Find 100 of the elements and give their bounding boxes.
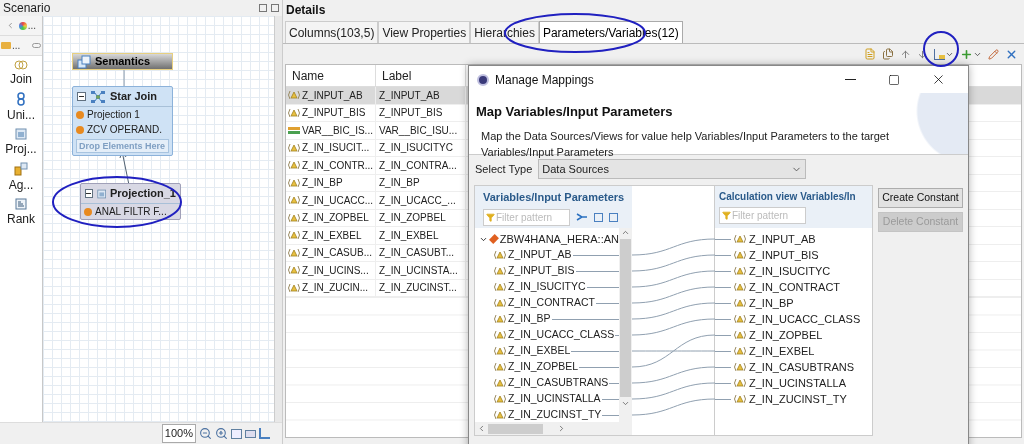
parameter-icon: [287, 90, 301, 101]
add-icon[interactable]: [960, 47, 982, 61]
parameter-icon: [287, 212, 301, 223]
parameter-icon: [287, 265, 301, 276]
tree-item[interactable]: Z_IN_ZUCINST_TY: [508, 407, 602, 422]
star-join-node[interactable]: Star Join Projection 1 ZCV OPERAND. Drop Elements Here: [72, 86, 173, 156]
union-icon: [17, 92, 25, 106]
parameter-icon: [493, 314, 507, 324]
scroll-right-icon[interactable]: [557, 424, 566, 433]
table-cell-text: Z_IN_UCACC...: [302, 193, 374, 208]
table-cell: Z_IN_CONTRA...: [376, 157, 466, 174]
table-cell-text: Z_IN_UCINS...: [302, 263, 369, 278]
table-cell: Z_INPUT_BIS: [376, 104, 466, 121]
link-icon[interactable]: [576, 212, 588, 222]
semantics-node[interactable]: Semantics: [72, 53, 173, 70]
parameter-icon: [733, 266, 747, 276]
panel-heading: Calculation view Variables/In: [719, 190, 857, 204]
parameter-icon: [493, 378, 507, 388]
palette-item[interactable]: Join: [10, 60, 32, 88]
select-type-dropdown[interactable]: Data Sources: [538, 159, 807, 179]
list-item[interactable]: Z_IN_CONTRACT: [749, 278, 841, 296]
document-icon[interactable]: [864, 48, 876, 60]
panel-heading: Variables/Input Parameters: [483, 190, 624, 205]
back-icon[interactable]: [6, 21, 15, 30]
app-icon: [477, 73, 489, 86]
list-item[interactable]: Z_IN_BP: [749, 294, 794, 312]
collapse-icon[interactable]: [85, 189, 93, 198]
list-item[interactable]: Z_INPUT_AB: [749, 230, 816, 248]
fit-icon[interactable]: [231, 428, 242, 439]
list-item[interactable]: Z_IN_ZOPBEL: [749, 326, 823, 344]
collapse-icon[interactable]: [77, 92, 86, 101]
copy-icon[interactable]: [882, 48, 894, 60]
parameter-icon: [493, 298, 507, 308]
parameter-icon: [287, 247, 301, 258]
tree-item[interactable]: Z_IN_UCACC_CLASS: [508, 327, 615, 343]
palette-item[interactable]: Rank: [7, 198, 35, 228]
parameter-icon: [733, 282, 747, 292]
table-cell: Z_INPUT_AB: [376, 87, 466, 104]
tree-item[interactable]: ZBW4HANA_HERA::AN: [499, 230, 619, 248]
zoom-out-icon[interactable]: [199, 427, 212, 440]
node-input-label: ANAL FILTR F...: [95, 205, 167, 219]
expand-all-icon[interactable]: [594, 212, 603, 222]
tree-item[interactable]: Z_IN_CASUBTRANS: [508, 375, 609, 391]
palette-item[interactable]: Ag...: [8, 162, 34, 194]
list-item[interactable]: Z_IN_EXBEL: [749, 342, 815, 360]
tab[interactable]: View Properties: [378, 21, 471, 43]
layout-icon[interactable]: [245, 429, 256, 438]
list-item[interactable]: Z_IN_ZUCINST_TY: [749, 390, 847, 408]
tree-item[interactable]: Z_IN_ZOPBEL: [508, 359, 579, 375]
tree-item[interactable]: Z_INPUT_AB: [508, 247, 572, 263]
parameter-icon: [493, 394, 507, 404]
tree-layout-icon[interactable]: [259, 428, 270, 439]
table-cell: Z_IN_CASUBT...: [376, 244, 466, 261]
horizontal-scrollbar[interactable]: [475, 422, 632, 435]
expand-icon[interactable]: [259, 4, 267, 12]
drop-hint: Drop Elements Here: [76, 139, 169, 153]
table-cell: Z_IN_ZUCINST...: [376, 279, 466, 296]
palette-item[interactable]: Uni...: [7, 92, 35, 124]
tab[interactable]: Columns(103,5): [285, 21, 379, 43]
column-header[interactable]: Name: [286, 65, 376, 86]
table-cell-text: Z_INPUT_AB: [302, 88, 363, 103]
dialog-title: Manage Mappings: [495, 71, 595, 89]
scroll-up-icon[interactable]: [621, 228, 630, 237]
list-item[interactable]: Z_IN_UCACC_CLASS: [749, 310, 861, 328]
tree-item[interactable]: Z_IN_CONTRACT: [508, 295, 595, 311]
list-item[interactable]: Z_IN_CASUBTRANS: [749, 358, 855, 376]
mapping-icon[interactable]: [934, 48, 954, 60]
list-item[interactable]: Z_IN_UCINSTALLA: [749, 374, 846, 392]
tree-item[interactable]: Z_INPUT_BIS: [508, 263, 575, 279]
node-title: Semantics: [95, 54, 151, 70]
tree-item[interactable]: Z_IN_ISUCITYC: [508, 279, 586, 295]
link-icon[interactable]: [32, 43, 41, 48]
tree-item[interactable]: Z_IN_UCINSTALLA: [508, 391, 601, 407]
node-input-label: ZCV OPERAND.: [87, 123, 162, 137]
vertical-scrollbar[interactable]: [619, 228, 632, 422]
projection-node[interactable]: Projection_1 ANAL FILTR F...: [80, 183, 181, 220]
create-constant-button[interactable]: Create Constant: [878, 188, 963, 208]
parameter-icon: [733, 330, 747, 340]
tree-item[interactable]: Z_IN_BP: [508, 311, 551, 327]
parameter-icon: [493, 346, 507, 356]
zoom-field[interactable]: 100%: [161, 424, 196, 443]
list-item[interactable]: Z_IN_ISUCITYC: [749, 262, 831, 280]
node-title: Star Join: [110, 89, 158, 105]
parameter-icon: [287, 282, 301, 293]
tree-item[interactable]: Z_IN_EXBEL: [508, 343, 571, 359]
list-item[interactable]: Z_INPUT_BIS: [749, 246, 819, 264]
scroll-left-icon[interactable]: [477, 424, 486, 433]
palette-item[interactable]: Proj...: [5, 128, 37, 158]
edit-icon[interactable]: [988, 48, 999, 60]
data-source-icon: [489, 234, 499, 244]
table-cell: Z_IN_ZOPBEL: [376, 209, 466, 226]
scroll-down-icon[interactable]: [621, 399, 630, 408]
table-cell-text: Z_IN_CONTR...: [302, 158, 374, 173]
parameter-icon: [733, 234, 747, 244]
column-header[interactable]: Label: [376, 65, 466, 86]
collapse-all-icon[interactable]: [609, 212, 618, 222]
move-up-icon[interactable]: [900, 48, 911, 60]
zoom-in-icon[interactable]: [215, 427, 228, 440]
move-down-icon[interactable]: [917, 48, 928, 60]
semantics-icon: [77, 54, 91, 69]
